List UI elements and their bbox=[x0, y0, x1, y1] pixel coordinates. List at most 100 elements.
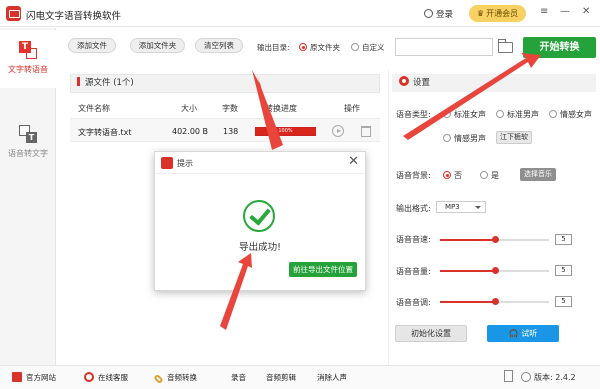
folder-icon[interactable] bbox=[498, 39, 513, 53]
settings-header: 设置 bbox=[392, 74, 596, 92]
speed-label: 语音音速: bbox=[396, 235, 431, 244]
radio-icon bbox=[443, 110, 451, 118]
title-bar: 闪电文字语音转换软件 登录 ♛ 开通会员 ≡ — ✕ bbox=[0, 0, 600, 27]
login-label: 登录 bbox=[436, 10, 454, 20]
radio-icon bbox=[496, 110, 504, 118]
background-no-label: 否 bbox=[454, 171, 462, 180]
listen-button[interactable]: 🎧 试听 bbox=[487, 325, 559, 342]
sidebar-item-voice-to-text[interactable]: T 语音转文字 bbox=[0, 124, 56, 174]
file-list-title: 源文件 (1个) bbox=[85, 78, 134, 88]
website-label: 官方网站 bbox=[26, 373, 56, 382]
close-window-button[interactable]: ✕ bbox=[582, 6, 590, 17]
app-title: 闪电文字语音转换软件 bbox=[26, 11, 122, 22]
radio-icon bbox=[443, 134, 451, 142]
customer-service-icon bbox=[84, 372, 94, 382]
dialog-header: 提示 ✕ bbox=[155, 152, 365, 174]
remove-vocal-link[interactable]: 消除人声 bbox=[317, 372, 347, 383]
volume-label: 语音音量: bbox=[396, 267, 431, 276]
file-chars: 138 bbox=[223, 127, 239, 136]
slider-fill bbox=[440, 270, 495, 272]
background-yes-label: 是 bbox=[491, 171, 499, 180]
menu-icon[interactable]: ≡ bbox=[540, 6, 548, 17]
text-to-voice-icon: T bbox=[18, 40, 38, 60]
slider-fill bbox=[440, 301, 495, 303]
format-value: MP3 bbox=[445, 203, 460, 211]
success-check-icon bbox=[243, 200, 275, 232]
audio-convert-link[interactable]: 音频转换 bbox=[153, 372, 197, 385]
add-folder-button[interactable]: 添加文件夹 bbox=[130, 38, 185, 53]
headphones-icon: 🎧 bbox=[508, 329, 522, 338]
radio-icon bbox=[480, 171, 488, 179]
file-list-header: 源文件 (1个) bbox=[70, 74, 380, 93]
column-header-chars: 字数 bbox=[222, 104, 238, 113]
conversion-progress-bar: 100% bbox=[255, 127, 316, 136]
login-button[interactable]: 登录 bbox=[424, 8, 453, 20]
vip-label: 开通会员 bbox=[486, 9, 519, 18]
voice-option-label: 情感男声 bbox=[454, 134, 486, 143]
service-link[interactable]: 在线客服 bbox=[84, 372, 128, 383]
volume-slider[interactable] bbox=[440, 267, 549, 274]
minimize-button[interactable]: — bbox=[560, 6, 570, 17]
audio-edit-link[interactable]: 音频剪辑 bbox=[266, 372, 296, 383]
audio-convert-label: 音频转换 bbox=[167, 373, 197, 382]
sidebar: T 文字转语音 T 语音转文字 bbox=[0, 28, 56, 365]
output-custom-label: 自定义 bbox=[362, 43, 385, 52]
output-source-label: 原文件夹 bbox=[310, 43, 340, 52]
voice-option-standard-female[interactable]: 标准女声 bbox=[443, 109, 486, 120]
info-icon bbox=[521, 372, 531, 382]
voice-type-label: 语音类型: bbox=[396, 110, 431, 119]
dialog-message: 导出成功! bbox=[239, 242, 281, 253]
chevron-down-icon bbox=[475, 206, 481, 209]
vip-button[interactable]: ♛ 开通会员 bbox=[469, 5, 526, 22]
service-label: 在线客服 bbox=[98, 373, 128, 382]
background-no-option[interactable]: 否 bbox=[443, 170, 462, 181]
pitch-label: 语音音调: bbox=[396, 298, 431, 307]
choose-music-button[interactable]: 选择音乐 bbox=[520, 168, 556, 181]
background-yes-option[interactable]: 是 bbox=[480, 170, 499, 181]
voice-option-label: 标准女声 bbox=[454, 110, 486, 119]
slider-handle[interactable] bbox=[491, 298, 499, 305]
format-label: 输出格式: bbox=[396, 204, 431, 213]
sidebar-item-text-to-voice[interactable]: T 文字转语音 bbox=[0, 30, 56, 88]
radio-icon bbox=[549, 110, 557, 118]
speed-value-input[interactable]: 5 bbox=[555, 234, 572, 245]
gear-icon bbox=[399, 76, 409, 86]
init-settings-button[interactable]: 初始化设置 bbox=[395, 325, 467, 342]
format-select[interactable]: MP3 bbox=[436, 201, 486, 213]
slider-handle[interactable] bbox=[491, 236, 499, 243]
voice-option-standard-male[interactable]: 标准男声 bbox=[496, 109, 539, 120]
voice-option-emotion-male[interactable]: 情感男声 bbox=[443, 133, 486, 144]
trash-icon[interactable] bbox=[361, 126, 371, 137]
file-size: 402.00 B bbox=[172, 127, 209, 136]
pitch-slider[interactable] bbox=[440, 298, 549, 305]
column-header-size: 大小 bbox=[181, 104, 197, 113]
user-icon bbox=[424, 9, 433, 18]
sidebar-item-label: 文字转语音 bbox=[8, 65, 48, 74]
slider-fill bbox=[440, 239, 495, 241]
file-name: 文字转语音.txt bbox=[78, 128, 132, 137]
play-icon[interactable] bbox=[332, 125, 344, 137]
radio-selected-icon bbox=[299, 43, 307, 51]
open-export-location-button[interactable]: 前往导出文件位置 bbox=[289, 262, 357, 277]
voice-option-emotion-female[interactable]: 情感女声 bbox=[549, 109, 592, 120]
sidebar-item-label: 语音转文字 bbox=[8, 149, 48, 158]
clear-list-button[interactable]: 清空列表 bbox=[195, 38, 243, 53]
pitch-value-input[interactable]: 5 bbox=[555, 296, 572, 307]
volume-value-input[interactable]: 5 bbox=[555, 265, 572, 276]
app-logo-icon bbox=[6, 6, 21, 21]
output-source-option[interactable]: 原文件夹 bbox=[299, 42, 340, 53]
speed-slider[interactable] bbox=[440, 236, 549, 243]
radio-icon bbox=[351, 43, 359, 51]
record-link[interactable]: 录音 bbox=[231, 372, 246, 383]
settings-title: 设置 bbox=[413, 78, 431, 88]
add-file-button[interactable]: 添加文件 bbox=[68, 38, 116, 53]
voice-extra-button[interactable]: 江下栀软 bbox=[496, 131, 532, 144]
slider-handle[interactable] bbox=[491, 267, 499, 274]
output-custom-option[interactable]: 自定义 bbox=[351, 42, 385, 53]
output-path-input[interactable] bbox=[395, 38, 493, 56]
website-link[interactable]: 官方网站 bbox=[12, 372, 56, 383]
start-convert-button[interactable]: 开始转换 bbox=[523, 37, 596, 58]
document-icon[interactable] bbox=[504, 370, 513, 382]
dialog-close-button[interactable]: ✕ bbox=[348, 154, 359, 169]
progress-text: 100% bbox=[278, 128, 293, 134]
